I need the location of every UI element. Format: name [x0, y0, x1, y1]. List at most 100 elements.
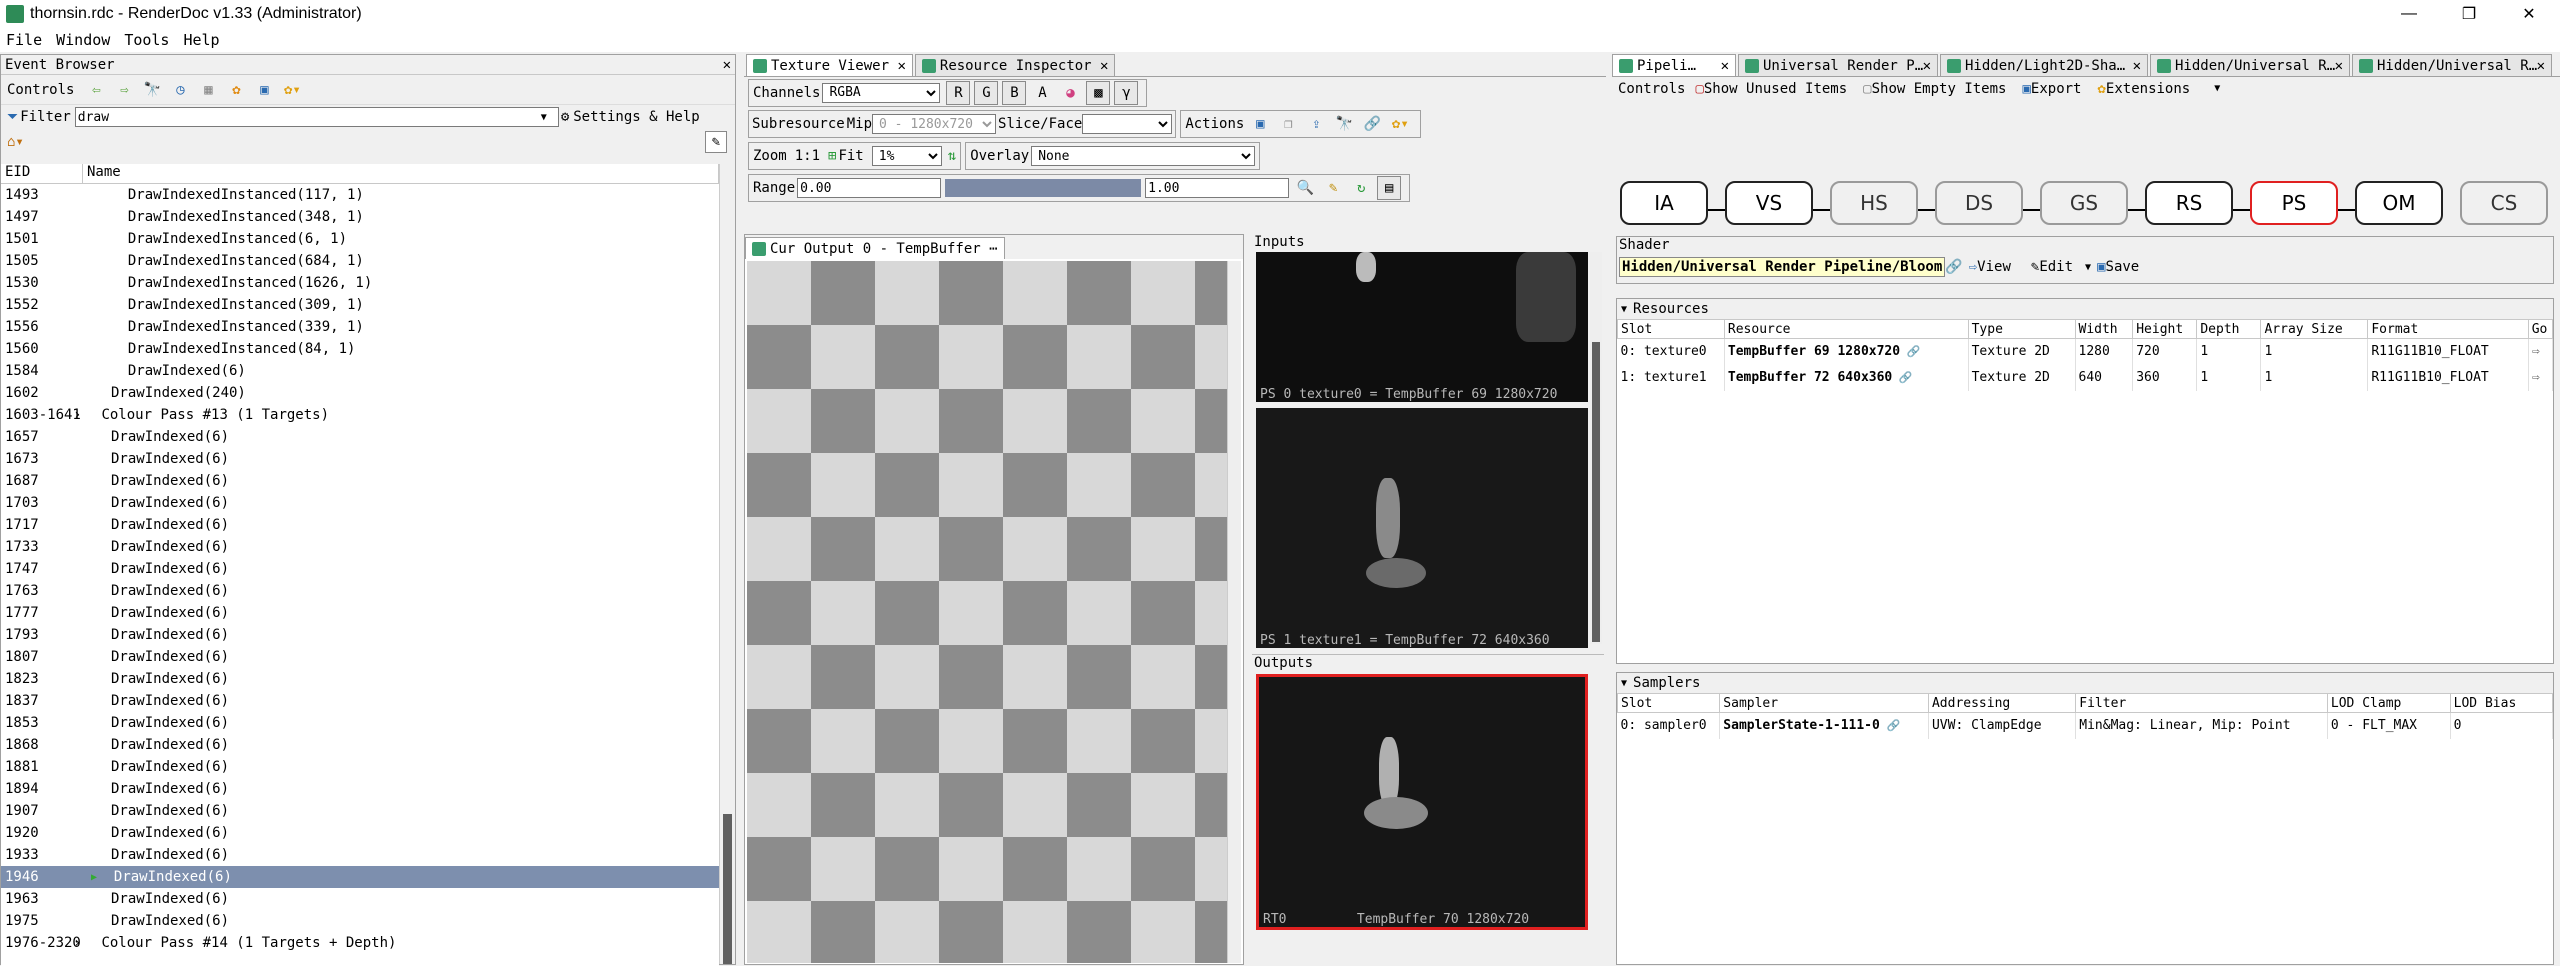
event-row[interactable]: 1560 DrawIndexedInstanced(84, 1) — [1, 338, 719, 360]
menu-help[interactable]: Help — [183, 31, 219, 49]
filter-input[interactable] — [74, 107, 559, 127]
reset-range-icon[interactable]: ↻ — [1349, 176, 1373, 200]
edit-button[interactable]: Edit — [2039, 259, 2073, 275]
close-icon[interactable]: ✕ — [723, 57, 735, 73]
event-row[interactable]: 1907 DrawIndexed(6) — [1, 800, 719, 822]
close-window-button[interactable]: ✕ — [2500, 0, 2558, 28]
resource-row[interactable]: 1: texture1 TempBuffer 72 640x360 🔗 Textur… — [1617, 364, 2554, 391]
col-header[interactable]: LOD Clamp — [2326, 693, 2451, 713]
event-row[interactable]: 1933 DrawIndexed(6) — [1, 844, 719, 866]
menu-tools[interactable]: Tools — [124, 31, 169, 49]
col-header[interactable]: Slot — [1616, 693, 1721, 713]
save-icon[interactable]: ▣ — [2097, 259, 2105, 275]
edit-icon[interactable]: ✎ — [2031, 259, 2039, 275]
zoom-range-icon[interactable]: 🔍 — [1293, 176, 1317, 200]
event-row[interactable]: 1853 DrawIndexed(6) — [1, 712, 719, 734]
col-name[interactable]: Name — [83, 164, 719, 183]
flip-icon[interactable]: ⇅ — [948, 148, 956, 164]
maximize-button[interactable]: ❐ — [2440, 0, 2498, 28]
event-row[interactable]: 1963 DrawIndexed(6) — [1, 888, 719, 910]
link-icon[interactable]: 🔗 — [1892, 371, 1913, 384]
tab-texture-viewer[interactable]: Texture Viewer ✕ — [746, 54, 913, 76]
stage-ps[interactable]: PS — [2250, 181, 2338, 225]
stage-om[interactable]: OM — [2355, 181, 2443, 225]
find-icon[interactable]: 🔭 — [1332, 112, 1356, 136]
home-icon[interactable]: ⌂▾ — [7, 134, 24, 150]
range-slider[interactable] — [945, 179, 1142, 197]
bookmark-icon[interactable]: ▦ — [196, 78, 220, 102]
forward-arrow-icon[interactable]: ⇨ — [112, 78, 136, 102]
checkerboard-icon[interactable]: ▩ — [1086, 80, 1111, 105]
channels-select[interactable]: RGBA — [822, 82, 941, 103]
event-row[interactable]: 1747 DrawIndexed(6) — [1, 558, 719, 580]
close-icon[interactable]: ✕ — [897, 58, 905, 74]
range-min-input[interactable] — [797, 178, 942, 198]
settings-help-button[interactable]: Settings & Help — [573, 109, 699, 125]
event-row[interactable]: 1975 DrawIndexed(6) — [1, 910, 719, 932]
event-row[interactable]: 1497 DrawIndexedInstanced(348, 1) — [1, 206, 719, 228]
col-header[interactable]: Format — [2367, 319, 2529, 339]
overlay-select[interactable]: None — [1031, 146, 1256, 166]
color-wheel-icon[interactable]: ◕ — [1058, 81, 1082, 105]
event-row[interactable]: 1703 DrawIndexed(6) — [1, 492, 719, 514]
event-row[interactable]: 1493 DrawIndexedInstanced(117, 1) — [1, 184, 719, 206]
fit-button[interactable]: Fit — [838, 148, 863, 164]
save-texture-icon[interactable]: ▣ — [1248, 112, 1272, 136]
save-icon[interactable]: ▣ — [252, 78, 276, 102]
input-thumbnail-0[interactable]: PS 0 texture0 = TempBuffer 69 1280x720 — [1256, 252, 1588, 402]
markers-icon[interactable]: ✿ — [224, 78, 248, 102]
find-icon[interactable]: 🔭 — [140, 78, 164, 102]
slice-face-select[interactable] — [1082, 114, 1173, 134]
input-thumbnail-1[interactable]: PS 1 texture1 = TempBuffer 72 640x360 — [1256, 408, 1588, 648]
timeline-icon[interactable]: ◷ — [168, 78, 192, 102]
channel-b-toggle[interactable]: B — [1002, 80, 1027, 105]
auto-fit-icon[interactable]: ✎ — [1321, 176, 1345, 200]
event-row[interactable]: 1657 DrawIndexed(6) — [1, 426, 719, 448]
stage-ia[interactable]: IA — [1620, 181, 1708, 225]
event-row[interactable]: 1823 DrawIndexed(6) — [1, 668, 719, 690]
table-cell[interactable]: TempBuffer 69 1280x720 🔗 — [1724, 338, 1969, 365]
link-icon[interactable]: 🔗 — [1360, 112, 1384, 136]
zoom-1-1-button[interactable]: 1:1 — [795, 148, 820, 164]
menu-window[interactable]: Window — [56, 31, 110, 49]
close-icon[interactable]: ✕ — [1100, 58, 1108, 74]
link-icon[interactable]: 🔗 — [1880, 719, 1900, 732]
col-eid[interactable]: EID — [1, 164, 83, 183]
col-header[interactable]: Width — [2074, 319, 2134, 339]
zoom-select[interactable]: 1% — [871, 146, 942, 166]
event-row[interactable]: 1733 DrawIndexed(6) — [1, 536, 719, 558]
event-row[interactable]: 1777 DrawIndexed(6) — [1, 602, 719, 624]
event-row[interactable]: 1556 DrawIndexedInstanced(339, 1) — [1, 316, 719, 338]
view-button[interactable]: View — [1977, 259, 2011, 275]
event-row[interactable]: 1603-1641 › Colour Pass #13 (1 Targets) — [1, 404, 719, 426]
col-header[interactable]: Array Size — [2260, 319, 2369, 339]
expand-icon[interactable]: › — [73, 935, 81, 951]
event-row[interactable]: 1868 DrawIndexed(6) — [1, 734, 719, 756]
stage-hs[interactable]: HS — [1830, 181, 1918, 225]
go-arrow-icon[interactable]: ⇨ — [2528, 364, 2554, 391]
gamma-toggle[interactable]: γ — [1114, 80, 1139, 105]
inputs-scrollbar[interactable] — [1590, 252, 1602, 644]
channel-r-toggle[interactable]: R — [946, 80, 971, 105]
event-row[interactable]: 1976-2320 › Colour Pass #14 (1 Targets + D… — [1, 932, 719, 954]
gear-icon[interactable]: ⚙ — [561, 109, 569, 125]
event-row[interactable]: 1837 DrawIndexed(6) — [1, 690, 719, 712]
collapse-icon[interactable]: ▼ — [1621, 678, 1627, 689]
event-row[interactable]: 1584 DrawIndexed(6) — [1, 360, 719, 382]
event-row[interactable]: 1505 DrawIndexedInstanced(684, 1) — [1, 250, 719, 272]
event-row[interactable]: 1717 DrawIndexed(6) — [1, 514, 719, 536]
shader-name[interactable]: Hidden/Universal Render Pipeline/Bloom — [1619, 257, 1946, 277]
channel-a-toggle[interactable]: A — [1030, 81, 1054, 105]
settings-menu-icon[interactable]: ✿▾ — [1388, 112, 1412, 136]
settings-menu-icon[interactable]: ✿▾ — [280, 78, 304, 102]
col-header[interactable]: Type — [1967, 319, 2076, 339]
col-header[interactable]: Sampler — [1719, 693, 1929, 713]
tab-resource-inspector[interactable]: Resource Inspector ✕ — [914, 54, 1116, 76]
col-header[interactable]: Height — [2132, 319, 2198, 339]
channel-g-toggle[interactable]: G — [974, 80, 999, 105]
col-header[interactable]: LOD Bias — [2449, 693, 2554, 713]
event-row[interactable]: 1946 ▶ DrawIndexed(6) — [1, 866, 719, 888]
mip-select[interactable]: 0 - 1280x720 — [872, 114, 997, 134]
event-row[interactable]: 1673 DrawIndexed(6) — [1, 448, 719, 470]
fit-icon[interactable]: ⊞ — [828, 148, 836, 164]
